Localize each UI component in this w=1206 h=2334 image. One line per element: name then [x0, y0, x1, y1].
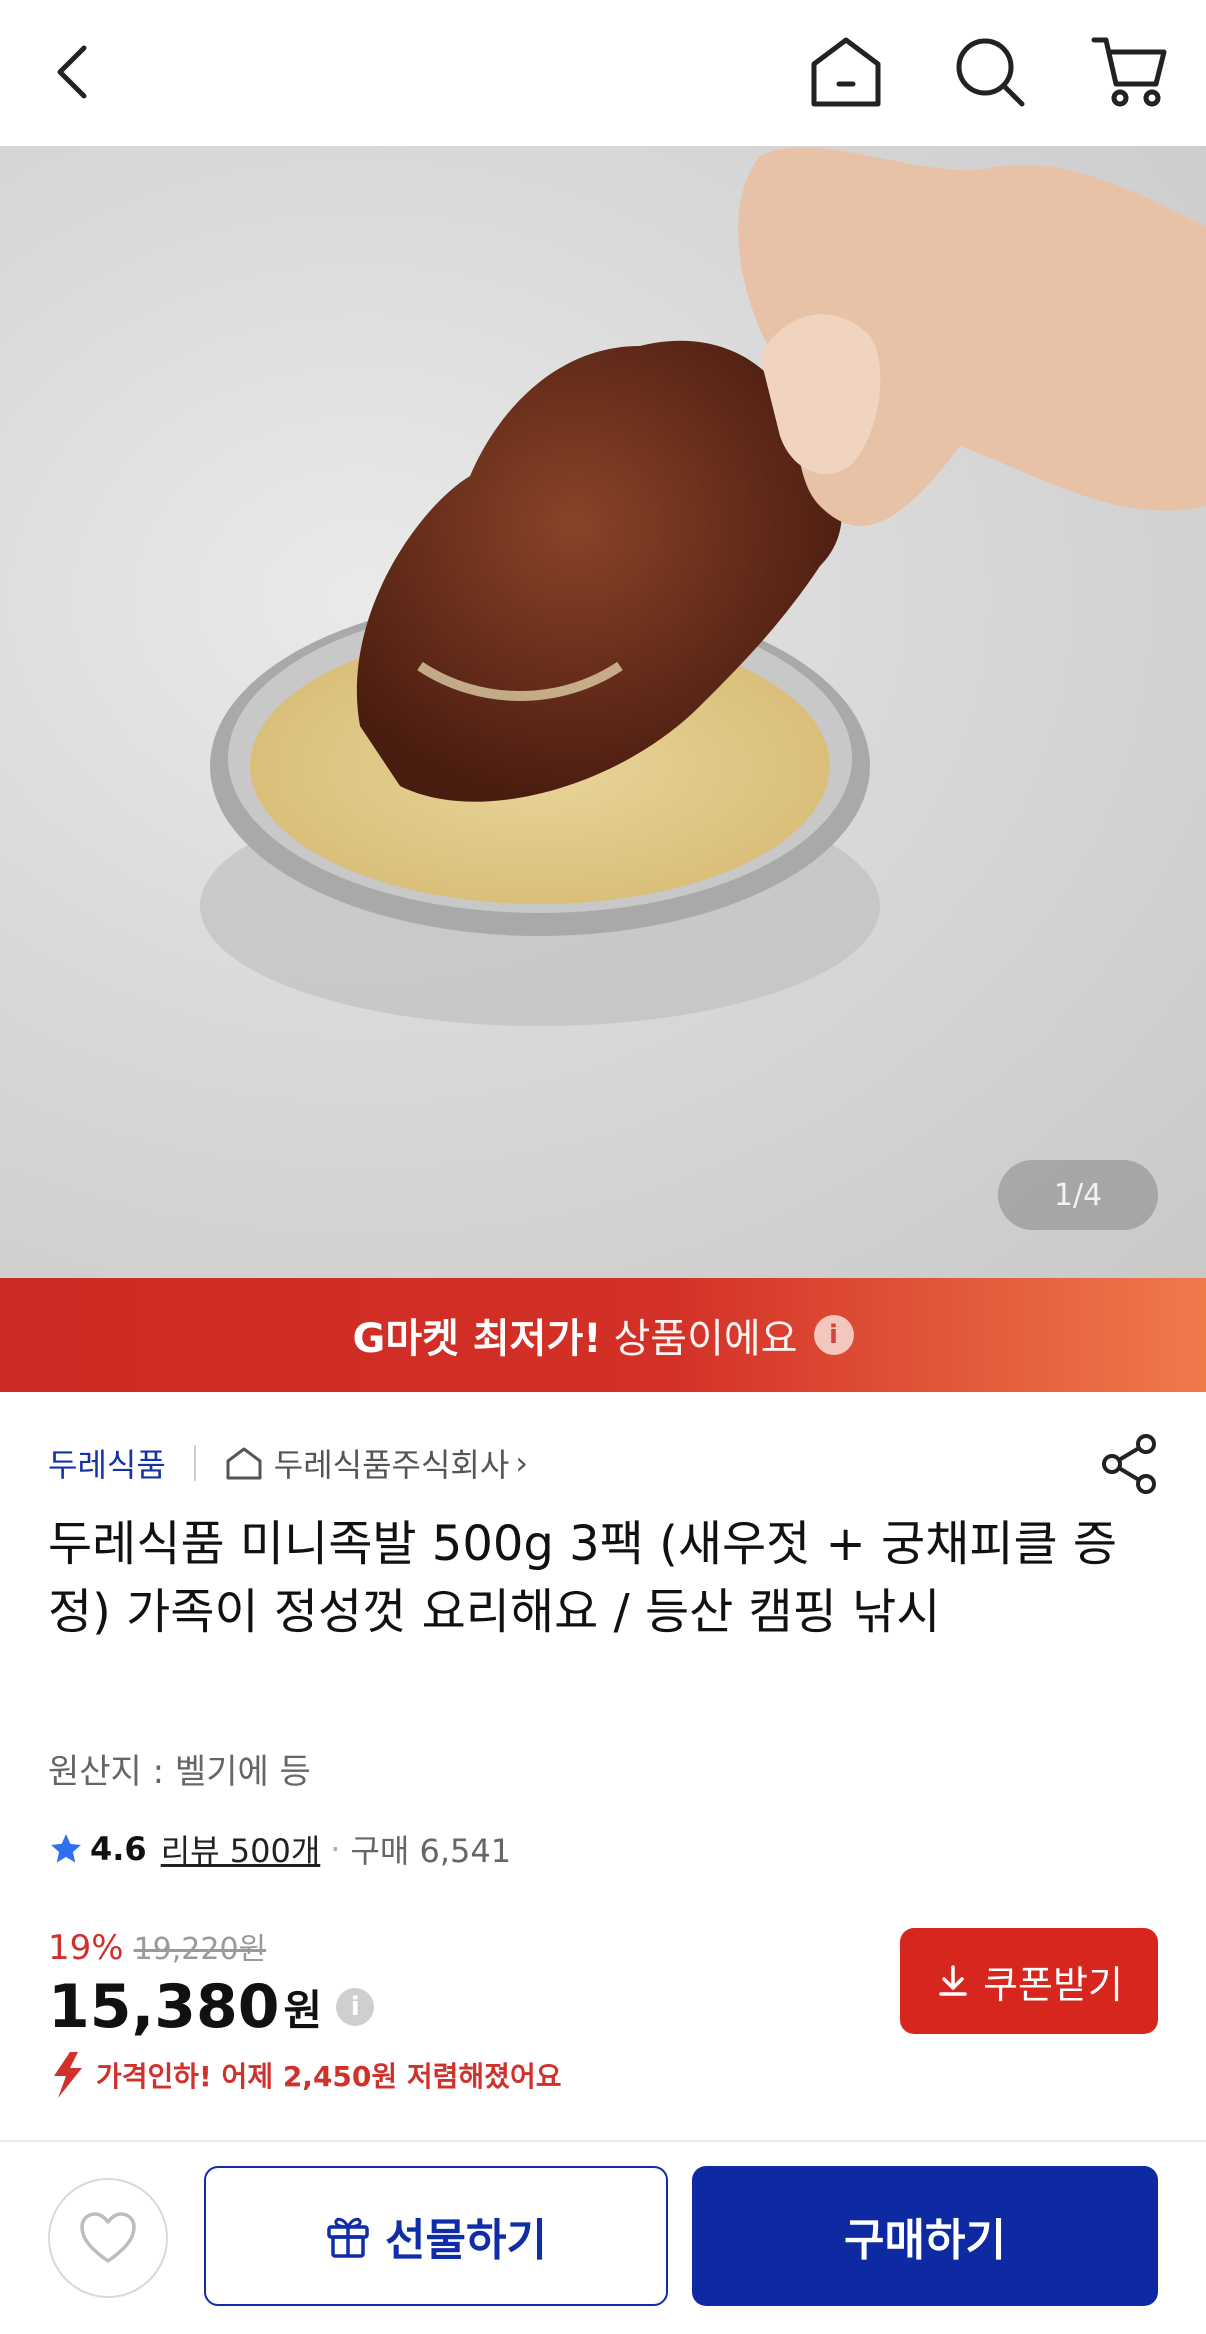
purchase-count: 구매 6,541 — [350, 1832, 512, 1870]
buy-button[interactable]: 구매하기 — [692, 2166, 1158, 2306]
brand-link[interactable]: 두레식품 — [48, 1440, 166, 1486]
wishlist-button[interactable] — [48, 2178, 168, 2298]
share-icon — [1102, 1434, 1156, 1494]
product-image-gallery[interactable]: 1/4 — [0, 146, 1206, 1278]
download-icon — [939, 1965, 967, 1996]
home-button[interactable] — [796, 22, 896, 122]
bottom-action-bar: 선물하기 구매하기 — [0, 2142, 1206, 2334]
price-unit: 원 — [283, 1985, 323, 2035]
price-row: 15,380 원 i — [48, 1972, 375, 2042]
star-icon — [51, 1834, 81, 1863]
banner-highlight: G마켓 최저가! — [352, 1316, 602, 1362]
rating-score: 4.6 — [90, 1830, 147, 1868]
review-count-link[interactable]: 리뷰 500개 — [161, 1826, 321, 1872]
product-photo — [200, 147, 1206, 1026]
back-chevron-icon — [57, 45, 87, 99]
back-button[interactable] — [22, 22, 122, 122]
cart-button[interactable] — [1080, 22, 1180, 122]
buy-label: 구매하기 — [844, 2215, 1006, 2266]
banner-text: 상품이에요 — [613, 1316, 798, 1362]
heart-icon — [80, 2212, 136, 2263]
image-counter: 1/4 — [998, 1160, 1158, 1230]
top-nav-bar — [0, 0, 1206, 146]
price-drop-notice: 가격인하! 어제 2,450원 저렴해졌어요 — [48, 2050, 561, 2100]
lowest-price-banner[interactable]: G마켓 최저가! 상품이에요 i — [0, 1278, 1206, 1392]
store-link[interactable]: 두레식품주식회사 › — [224, 1440, 528, 1486]
store-name: 두레식품주식회사 — [273, 1446, 510, 1484]
search-button[interactable] — [940, 22, 1040, 122]
seller-row: 두레식품 두레식품주식회사 › — [48, 1436, 528, 1490]
coupon-label: 쿠폰받기 — [983, 1962, 1123, 2007]
rating-row: 4.6 리뷰 500개 · 구매 6,541 — [48, 1826, 511, 1872]
price-down-arrow-icon — [54, 2052, 82, 2098]
chevron-right-icon: › — [515, 1444, 529, 1482]
final-price: 15,380 — [48, 1972, 280, 2042]
store-home-icon — [226, 1447, 262, 1480]
product-title: 두레식품 미니족발 500g 3팩 (새우젓 + 궁채피클 증정) 가족이 정성… — [48, 1516, 1118, 1640]
search-icon — [956, 38, 1025, 107]
discount-row: 19% 19,220원 — [48, 1924, 266, 1968]
price-drop-text: 가격인하! 어제 2,450원 저렴해졌어요 — [96, 2060, 562, 2093]
separator-dot: · — [330, 1830, 341, 1868]
discount-rate: 19% — [48, 1928, 124, 1968]
home-icon — [811, 37, 881, 107]
coupon-button[interactable]: 쿠폰받기 — [900, 1928, 1158, 2034]
price-info-icon[interactable]: i — [336, 1988, 375, 2026]
product-origin: 원산지 : 벨기에 등 — [48, 1752, 311, 1792]
gift-label: 선물하기 — [385, 2215, 547, 2266]
gift-icon — [327, 2217, 369, 2258]
original-price: 19,220원 — [133, 1932, 267, 1967]
cart-icon — [1091, 37, 1167, 107]
info-icon[interactable]: i — [813, 1315, 854, 1355]
divider — [193, 1445, 196, 1481]
gift-button[interactable]: 선물하기 — [204, 2166, 668, 2306]
share-button[interactable] — [1098, 1432, 1162, 1496]
